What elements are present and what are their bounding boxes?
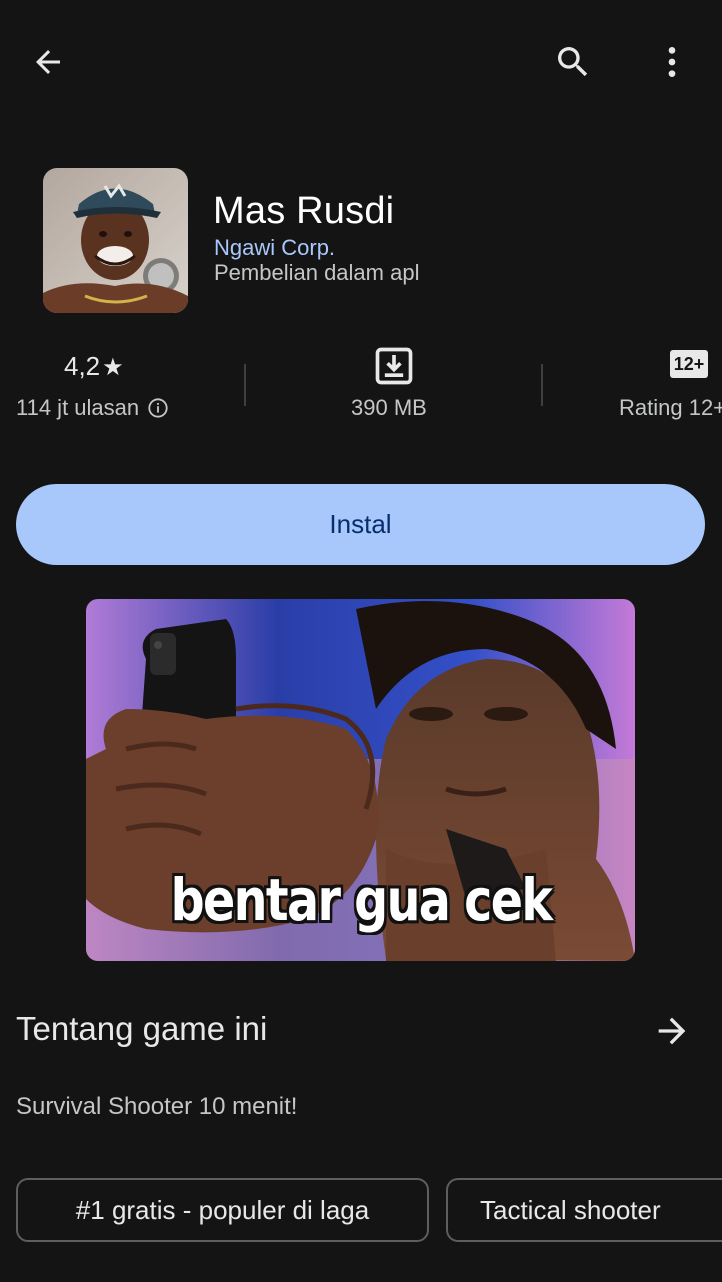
- rating-block[interactable]: 4,2★: [64, 351, 124, 382]
- install-label: Instal: [329, 509, 392, 539]
- search-button[interactable]: [549, 38, 597, 86]
- more-vertical-icon: [668, 47, 676, 77]
- arrow-right-icon[interactable]: [652, 1011, 692, 1051]
- chip-tactical-shooter[interactable]: Tactical shooter: [446, 1178, 722, 1242]
- about-section-title[interactable]: Tentang game ini: [16, 1010, 267, 1048]
- reviews-count[interactable]: 114 jt ulasan: [16, 395, 169, 421]
- app-icon-image: [43, 168, 188, 313]
- age-rating-badge: 12+: [670, 350, 708, 378]
- developer-link[interactable]: Ngawi Corp.: [214, 235, 335, 261]
- age-badge-text: 12+: [673, 353, 705, 374]
- back-button[interactable]: [24, 38, 72, 86]
- screenshot-caption: bentar gua cek: [170, 866, 553, 934]
- search-icon: [558, 47, 588, 77]
- chip-label: #1 gratis - populer di laga: [75, 1194, 370, 1225]
- chip-label: Tactical shooter: [480, 1194, 661, 1225]
- about-description: Survival Shooter 10 menit!: [16, 1093, 298, 1120]
- chip-top-free[interactable]: #1 gratis - populer di laga: [16, 1178, 429, 1242]
- age-rating-label[interactable]: Rating 12+: [619, 395, 722, 421]
- back-arrow-icon: [36, 50, 60, 74]
- in-app-purchases-label: Pembelian dalam apl: [214, 260, 420, 285]
- install-button[interactable]: Instal: [16, 484, 705, 565]
- stats-divider: [541, 364, 543, 406]
- reviews-label: 114 jt ulasan: [16, 395, 140, 420]
- star-icon: ★: [102, 354, 124, 381]
- download-size-icon: [375, 347, 413, 385]
- rating-value: 4,2: [64, 351, 101, 381]
- app-title: Mas Rusdi: [213, 190, 395, 232]
- app-icon: [43, 168, 188, 313]
- info-icon: [148, 398, 168, 418]
- app-size: 390 MB: [351, 395, 427, 420]
- more-options-button[interactable]: [648, 38, 696, 86]
- stats-divider: [244, 364, 246, 406]
